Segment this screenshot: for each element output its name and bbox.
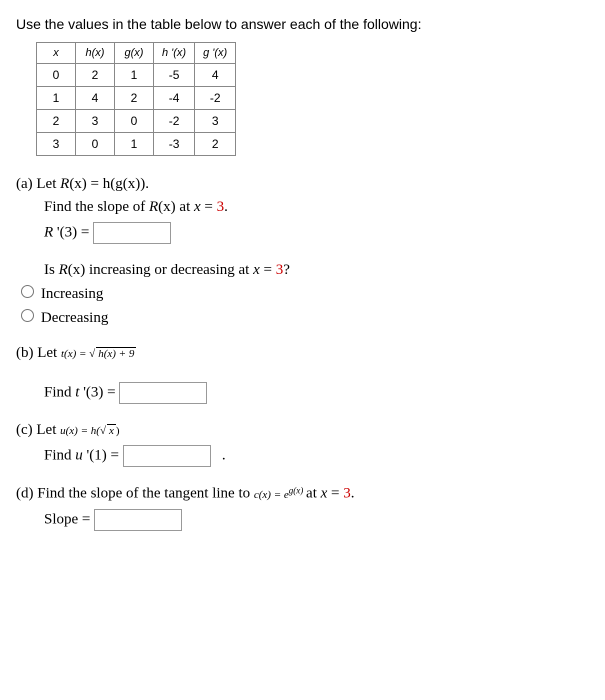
part-a: (a) Let R(x) = h(g(x)). Find the slope o…	[16, 176, 589, 327]
part-c-label: (c) Let	[16, 422, 60, 438]
part-b: (b) Let t(x) = √h(x) + 9 Find t '(3) =	[16, 345, 589, 404]
values-table: x h(x) g(x) h '(x) g '(x) 0 2 1 -5 4 1 4…	[36, 42, 236, 156]
part-d-label: (d) Find the slope of the tangent line t…	[16, 486, 254, 502]
part-d-slope-input[interactable]	[94, 509, 182, 531]
col-hprimex: h '(x)	[154, 43, 195, 64]
instructions-text: Use the values in the table below to ans…	[16, 16, 589, 32]
part-c-uprime1-input[interactable]	[123, 445, 211, 467]
part-a-rprime3-input[interactable]	[93, 222, 171, 244]
part-a-label: (a) Let	[16, 176, 60, 192]
part-c-formula: u(x) = h(√x)	[60, 425, 119, 437]
col-hx: h(x)	[76, 43, 115, 64]
slope-label: Slope =	[44, 511, 94, 527]
table-row: 3 0 1 -3 2	[37, 133, 236, 156]
table-row: 1 4 2 -4 -2	[37, 87, 236, 110]
col-gx: g(x)	[115, 43, 154, 64]
part-d: (d) Find the slope of the tangent line t…	[16, 485, 589, 531]
part-a-decreasing-radio[interactable]	[21, 309, 34, 322]
decreasing-label: Decreasing	[41, 310, 108, 326]
part-a-increasing-radio[interactable]	[21, 285, 34, 298]
part-b-tprime3-input[interactable]	[119, 382, 207, 404]
col-x: x	[37, 43, 76, 64]
table-row: 2 3 0 -2 3	[37, 110, 236, 133]
table-header-row: x h(x) g(x) h '(x) g '(x)	[37, 43, 236, 64]
part-b-formula: t(x) = √h(x) + 9	[61, 348, 136, 360]
table-row: 0 2 1 -5 4	[37, 64, 236, 87]
part-c: (c) Let u(x) = h(√x) Find u '(1) = .	[16, 422, 589, 467]
part-d-formula: c(x) = eg(x)	[254, 489, 306, 501]
increasing-label: Increasing	[41, 286, 103, 302]
col-gprimex: g '(x)	[195, 43, 236, 64]
part-b-label: (b) Let	[16, 345, 61, 361]
